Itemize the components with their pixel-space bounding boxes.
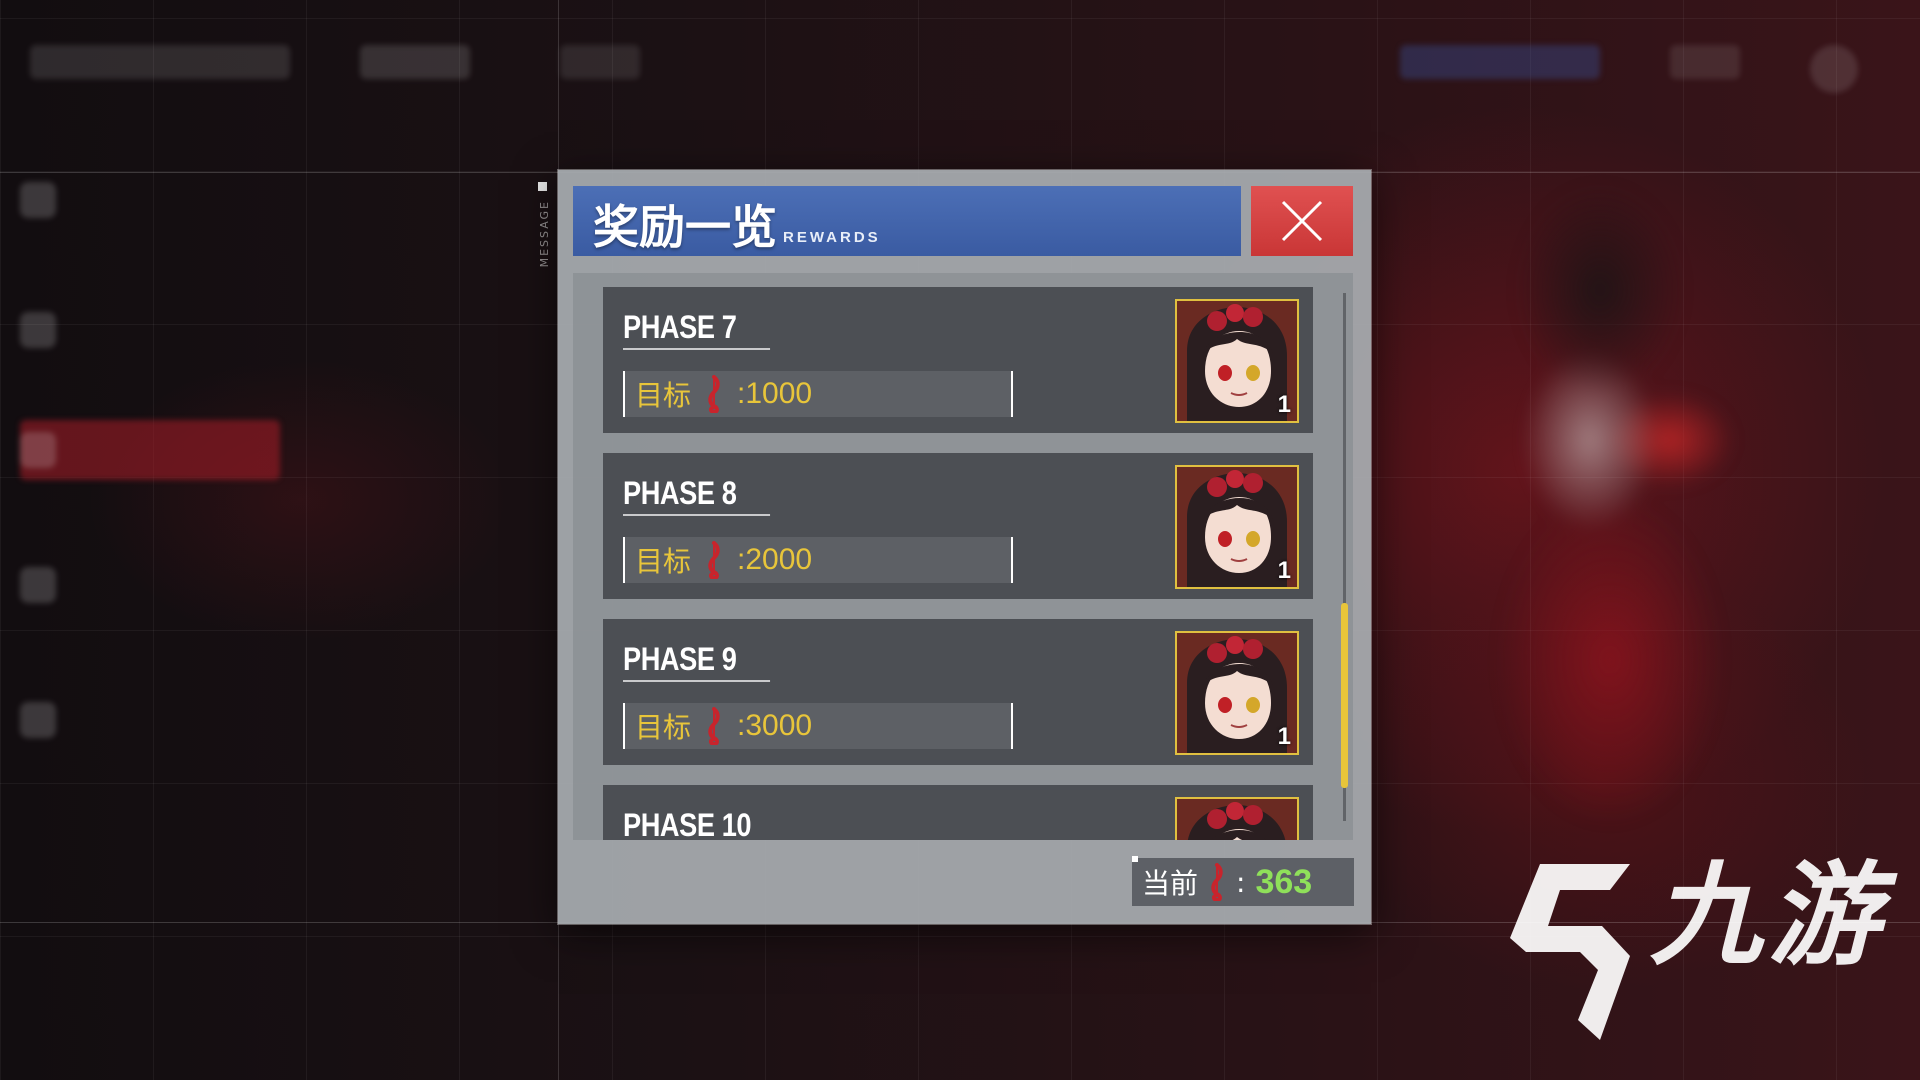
- target-value: :3000: [737, 709, 813, 742]
- reward-item[interactable]: 1: [1175, 299, 1299, 423]
- scrollbar-thumb[interactable]: [1341, 603, 1348, 788]
- blurred-sidebar-item-active: [20, 420, 280, 480]
- close-button[interactable]: [1251, 186, 1353, 256]
- watermark-text: 九游: [1650, 851, 1886, 981]
- phase-title: PHASE 10: [623, 807, 785, 840]
- watermark: 九游: [1490, 860, 1910, 1060]
- reward-count: 1: [1277, 557, 1291, 584]
- character-avatar: [1177, 799, 1297, 840]
- target-box: 目标 :1000: [623, 371, 1013, 417]
- music-note-icon: [708, 541, 720, 579]
- blurred-search-bar: [30, 45, 290, 79]
- background-character: [1380, 140, 1800, 900]
- phase-card[interactable]: PHASE 8 目标 :2000 1: [603, 453, 1313, 599]
- dialog-subtitle: REWARDS: [783, 229, 881, 246]
- reward-item[interactable]: 1: [1175, 631, 1299, 755]
- target-value: :2000: [737, 543, 813, 576]
- reward-count: 1: [1277, 723, 1291, 750]
- blurred-sidebar-item: [20, 690, 280, 750]
- phase-title: PHASE 9: [623, 641, 771, 682]
- target-label: 目标: [635, 379, 692, 412]
- blurred-sidebar-item: [20, 555, 280, 615]
- reward-item[interactable]: 1: [1175, 465, 1299, 589]
- side-label: MESSAGE: [538, 200, 551, 268]
- current-value: 363: [1255, 862, 1313, 901]
- phase-card[interactable]: PHASE 7 目标 :1000 1: [603, 287, 1313, 433]
- blurred-top-tab: [560, 45, 640, 79]
- blurred-status-chip: [1400, 45, 1600, 79]
- corner-marker: [1132, 856, 1138, 862]
- current-score: 当前 : 363: [1132, 858, 1354, 906]
- music-note-icon: [708, 707, 720, 745]
- side-marker: [538, 182, 547, 191]
- music-note-icon: [1211, 863, 1223, 901]
- target-label: 目标: [635, 711, 692, 744]
- rewards-dialog: 奖励一览 REWARDS PHASE 7 目标 :1000 1 PHASE 8 …: [558, 170, 1371, 924]
- blurred-status-chip: [1670, 45, 1740, 79]
- current-colon: :: [1236, 865, 1246, 899]
- dialog-header: 奖励一览 REWARDS: [573, 186, 1241, 256]
- reward-item[interactable]: [1175, 797, 1299, 840]
- phase-title: PHASE 8: [623, 475, 771, 516]
- blurred-sidebar-item: [20, 170, 280, 230]
- target-value: :1000: [737, 377, 813, 410]
- phase-title: PHASE 7: [623, 309, 771, 350]
- blurred-sidebar-item: [20, 300, 280, 360]
- current-label: 当前: [1142, 867, 1199, 900]
- blurred-top-tab: [360, 45, 470, 79]
- target-box: 目标 :2000: [623, 537, 1013, 583]
- music-note-icon: [708, 375, 720, 413]
- blurred-avatar: [1810, 45, 1858, 93]
- logo-mark: [1510, 864, 1630, 1040]
- dialog-title: 奖励一览: [593, 200, 777, 254]
- close-icon: [1281, 200, 1323, 242]
- target-label: 目标: [635, 545, 692, 578]
- phase-card[interactable]: PHASE 9 目标 :3000 1: [603, 619, 1313, 765]
- phase-card[interactable]: PHASE 10: [603, 785, 1313, 840]
- rewards-list[interactable]: PHASE 7 目标 :1000 1 PHASE 8 目标:2000 1 PH…: [573, 273, 1353, 840]
- target-box: 目标 :3000: [623, 703, 1013, 749]
- reward-count: 1: [1277, 391, 1291, 418]
